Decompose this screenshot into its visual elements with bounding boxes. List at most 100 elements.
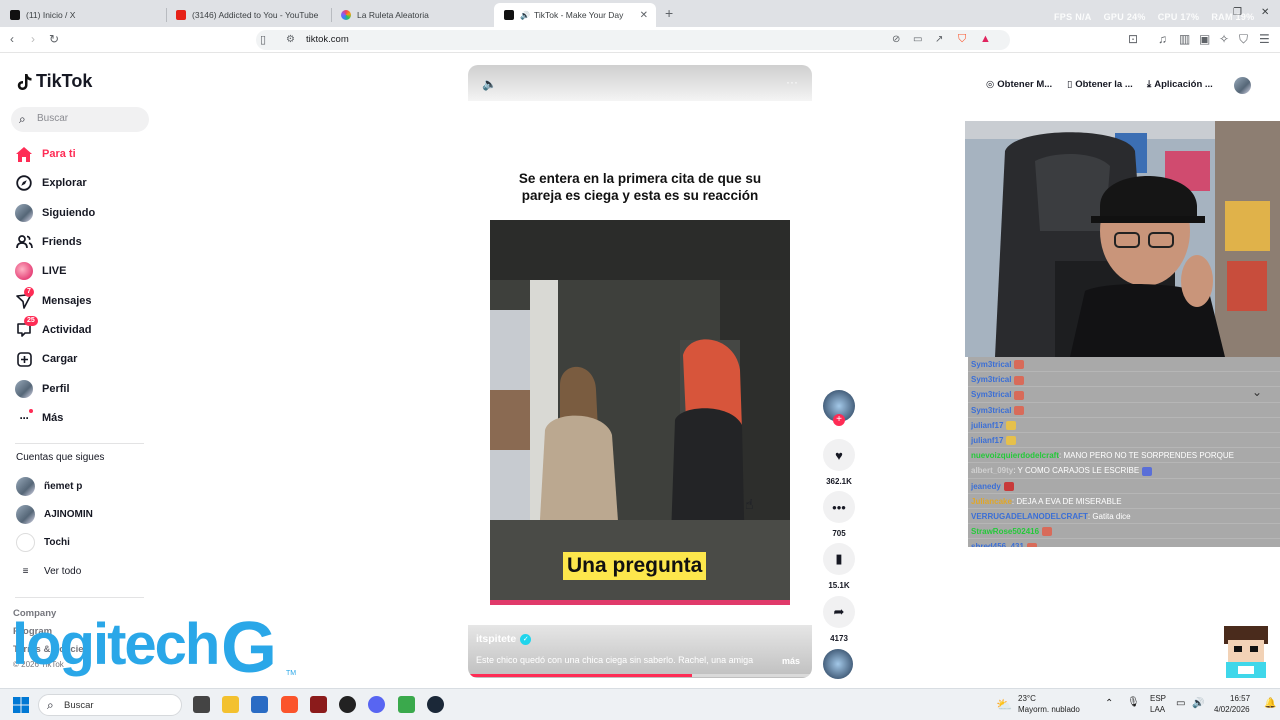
nav-item-friends[interactable]: Friends xyxy=(15,231,82,253)
reload-icon[interactable]: ↻ xyxy=(49,32,59,46)
brave-browser-icon[interactable] xyxy=(281,696,298,713)
like-button[interactable]: ♥ 362.1K xyxy=(823,439,855,486)
search-icon: ⌕ xyxy=(19,112,26,126)
get-app-button[interactable]: ▯ Obtener la ... xyxy=(1067,79,1133,90)
more-link[interactable]: más xyxy=(782,656,800,666)
following-account[interactable]: AJINOMIN xyxy=(16,504,93,524)
search-input[interactable]: ⌕ Buscar xyxy=(11,107,149,132)
comment-icon: ••• xyxy=(823,491,855,523)
music-disc-button[interactable] xyxy=(823,649,855,679)
chat-line: jeanedy xyxy=(968,479,1280,494)
see-all-link[interactable]: ≡ Ver todo xyxy=(16,561,82,581)
logitech-logo-overlay: logitech xyxy=(12,612,220,677)
steam-icon[interactable] xyxy=(427,696,444,713)
network-icon[interactable]: ▭ xyxy=(1176,698,1185,709)
bookmark-icon[interactable]: ▯ xyxy=(260,33,266,47)
no-tracking-icon[interactable]: ⊘ xyxy=(892,33,900,47)
creator-avatar-button[interactable]: + xyxy=(823,390,855,426)
keyboard-layout[interactable]: LAA xyxy=(1150,705,1165,714)
gpu-readout: GPU 24% xyxy=(1103,12,1146,22)
store-icon[interactable] xyxy=(251,696,268,713)
brave-rewards-icon[interactable]: ▲ xyxy=(980,32,991,46)
video-author[interactable]: itspitete ✓ xyxy=(476,633,532,645)
clock-date[interactable]: 4/02/2026 xyxy=(1214,705,1250,714)
tab-tiktok[interactable]: 🔊 TikTok - Make Your Day ✕ xyxy=(494,3,656,27)
nav-item-perfil[interactable]: Perfil xyxy=(15,378,70,400)
account-name: Tochi xyxy=(44,536,70,548)
desktop-app-button[interactable]: ⤓ Aplicación ... xyxy=(1147,79,1213,90)
author-name[interactable]: itspitete xyxy=(476,633,516,645)
address-bar[interactable]: ▯ ⚙ tiktok.com ⊘ ▭ ↗ ⛉ ▲ xyxy=(256,30,1010,50)
video-progress-bar[interactable] xyxy=(468,674,812,677)
following-account[interactable]: Tochi xyxy=(16,532,70,552)
account-name: AJINOMIN xyxy=(44,508,93,520)
video-player[interactable]: Una pregunta xyxy=(490,220,790,605)
nav-item-siguiendo[interactable]: Siguiendo xyxy=(15,202,95,224)
nav-item-mas[interactable]: ··· Más xyxy=(15,407,63,429)
browser-tab-strip: (11) Inicio / X (3146) Addicted to You -… xyxy=(0,0,1280,27)
file-explorer-icon[interactable] xyxy=(222,696,239,713)
notes-icon[interactable] xyxy=(398,696,415,713)
vpn-icon[interactable]: ⛉ xyxy=(1239,32,1248,46)
friends-icon xyxy=(15,233,33,251)
microphone-icon[interactable]: 🎙 xyxy=(1127,697,1140,708)
fps-readout: FPS N/A xyxy=(1054,12,1092,22)
tab-ruleta[interactable]: La Ruleta Aleatoria xyxy=(331,3,493,27)
video-card[interactable]: 🔈 ··· Se entera en la primera cita de qu… xyxy=(468,65,812,678)
site-info-icon[interactable]: ⚙ xyxy=(286,33,295,47)
close-window-icon[interactable]: ✕ xyxy=(1261,7,1269,18)
nav-item-live[interactable]: LIVE xyxy=(15,260,66,282)
follow-plus-icon[interactable]: + xyxy=(833,414,845,426)
share-button[interactable]: ➦ 4173 xyxy=(823,596,855,643)
share-icon[interactable]: ↗ xyxy=(935,33,943,47)
leo-ai-icon[interactable]: ✧ xyxy=(1219,32,1229,46)
emote-icon xyxy=(1006,436,1017,446)
chevron-down-icon[interactable]: ⌄ xyxy=(1252,385,1262,399)
following-account[interactable]: ñemet p xyxy=(16,476,82,496)
new-tab-button[interactable]: + xyxy=(665,5,673,21)
comment-button[interactable]: ••• 705 xyxy=(823,491,855,538)
get-coins-button[interactable]: ◎ Obtener M... xyxy=(986,79,1052,90)
account-avatar[interactable] xyxy=(1234,77,1251,94)
more-options-icon[interactable]: ··· xyxy=(786,75,798,89)
tab-youtube[interactable]: (3146) Addicted to You - YouTube xyxy=(166,3,331,27)
weather-desc[interactable]: Mayorm. nublado xyxy=(1018,705,1080,714)
back-icon[interactable]: ‹ xyxy=(10,32,14,46)
url-text[interactable]: tiktok.com xyxy=(306,34,349,45)
weather-temp[interactable]: 23°C xyxy=(1018,694,1036,703)
notifications-icon[interactable]: 🔔 xyxy=(1264,698,1276,709)
audio-playing-icon[interactable]: 🔊 xyxy=(520,11,530,20)
nav-label: Actividad xyxy=(42,324,92,336)
forward-icon[interactable]: › xyxy=(31,32,35,46)
nav-item-cargar[interactable]: Cargar xyxy=(15,348,77,370)
save-button[interactable]: ▮ 15.1K xyxy=(823,543,855,590)
close-tab-icon[interactable]: ✕ xyxy=(640,10,648,21)
keyboard-lang[interactable]: ESP xyxy=(1150,694,1166,703)
volume-icon[interactable]: 🔊 xyxy=(1192,698,1204,709)
tiktok-logo[interactable]: TikTok xyxy=(16,71,92,92)
nav-item-actividad[interactable]: 25 Actividad xyxy=(15,316,92,341)
nav-item-mensajes[interactable]: 7 Mensajes xyxy=(15,287,92,312)
tab-x[interactable]: (11) Inicio / X xyxy=(0,3,165,27)
menu-icon[interactable]: ☰ xyxy=(1259,32,1270,46)
discord-icon[interactable] xyxy=(368,696,385,713)
restore-window-icon[interactable]: ❐ xyxy=(1233,7,1242,18)
nav-item-explorar[interactable]: Explorar xyxy=(15,172,87,194)
tray-chevron-up-icon[interactable]: ⌃ xyxy=(1105,698,1113,709)
following-header: Cuentas que sigues xyxy=(16,452,105,463)
sidebar-icon[interactable]: ▥ xyxy=(1179,32,1190,46)
nav-item-para-ti[interactable]: Para ti xyxy=(15,143,76,165)
task-view-icon[interactable] xyxy=(193,696,210,713)
trademark-mark: TM xyxy=(286,670,297,677)
windows-start-icon[interactable] xyxy=(13,697,29,718)
clock-time[interactable]: 16:57 xyxy=(1230,694,1250,703)
wallet-icon[interactable]: ▣ xyxy=(1199,32,1210,46)
obs-icon[interactable] xyxy=(339,696,356,713)
volume-icon[interactable]: 🔈 xyxy=(482,77,497,91)
brave-shield-icon[interactable]: ⛉ xyxy=(958,32,966,46)
tab-search-icon[interactable]: ⊡ xyxy=(1128,32,1138,46)
taskbar-search-input[interactable]: ⌕ Buscar xyxy=(38,694,182,716)
media-icon[interactable]: ♫ xyxy=(1158,32,1167,46)
cast-icon[interactable]: ▭ xyxy=(913,33,922,47)
app-icon[interactable] xyxy=(310,696,327,713)
